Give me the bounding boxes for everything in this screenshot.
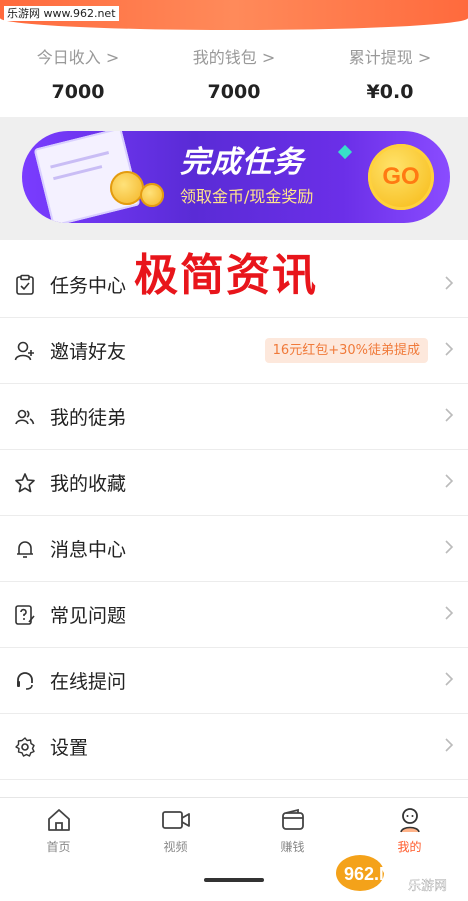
chevron-right-icon — [445, 474, 454, 488]
stats-row: 今日收入 > 7000 我的钱包 > 7000 累计提现 > ¥0.0 — [0, 36, 468, 116]
watermark-brand: 962.NET — [344, 864, 415, 884]
stat-value: 7000 — [51, 81, 105, 103]
gear-icon — [12, 734, 38, 760]
menu-item-label: 邀请好友 — [50, 341, 127, 363]
banner-area: 完成任务 领取金币/现金奖励 GO — [0, 117, 468, 240]
nav-video[interactable]: 视频 — [117, 806, 234, 855]
banner-subtitle: 领取金币/现金奖励 — [180, 187, 314, 206]
stat-my-wallet[interactable]: 我的钱包 > 7000 — [156, 36, 312, 116]
menu-item-label: 我的收藏 — [50, 473, 127, 495]
go-button[interactable]: GO — [368, 144, 434, 210]
nav-earn[interactable]: 赚钱 — [234, 806, 351, 855]
watermark-logo: 962.NET 乐游网 — [336, 855, 447, 894]
wallet-icon — [234, 806, 351, 834]
menu-item-label: 我的徒弟 — [50, 407, 127, 429]
chevron-right-icon — [445, 606, 454, 620]
menu-item-label: 消息中心 — [50, 539, 127, 561]
home-icon — [0, 806, 117, 834]
nav-label: 首页 — [46, 840, 71, 854]
stat-today-income[interactable]: 今日收入 > 7000 — [0, 36, 156, 116]
chevron-right-icon — [445, 276, 454, 290]
stat-total-withdrawal[interactable]: 累计提现 > ¥0.0 — [312, 36, 468, 116]
stat-label: 今日收入 > — [36, 48, 120, 67]
stat-label: 我的钱包 > — [192, 48, 276, 67]
stat-value: 7000 — [207, 81, 261, 103]
star-icon — [12, 470, 38, 496]
profile-icon — [351, 806, 468, 834]
chevron-right-icon — [445, 540, 454, 554]
menu-item-invite-friends[interactable]: 邀请好友 16元红包+30%徒弟提成 — [0, 318, 468, 384]
task-clipboard-icon — [12, 272, 38, 298]
coin-icon — [110, 171, 144, 205]
menu-item-faq[interactable]: 常见问题 — [0, 582, 468, 648]
chevron-right-icon — [445, 738, 454, 752]
video-icon — [117, 806, 234, 834]
menu-item-my-favorites[interactable]: 我的收藏 — [0, 450, 468, 516]
banner-title: 完成任务 — [180, 145, 304, 180]
watermark-top: 乐游网 www.962.net — [4, 6, 119, 21]
menu-item-label: 常见问题 — [50, 605, 127, 627]
sparkle-icon — [337, 144, 353, 160]
stat-value: ¥0.0 — [366, 81, 414, 103]
menu-item-label: 设置 — [50, 737, 89, 759]
chevron-right-icon — [445, 408, 454, 422]
users-icon — [12, 404, 38, 430]
chevron-right-icon — [445, 342, 454, 356]
menu-item-settings[interactable]: 设置 — [0, 714, 468, 780]
menu-item-label: 任务中心 — [50, 275, 127, 297]
stat-label: 累计提现 > — [348, 48, 432, 67]
headset-icon — [12, 668, 38, 694]
invite-reward-badge: 16元红包+30%徒弟提成 — [264, 338, 428, 363]
task-banner[interactable]: 完成任务 领取金币/现金奖励 GO — [22, 131, 450, 223]
nav-profile[interactable]: 我的 — [351, 806, 468, 855]
coin-icon — [140, 183, 164, 207]
watermark-bottom: 962.NET 乐游网 — [334, 850, 464, 896]
home-indicator — [204, 878, 264, 882]
menu-item-message-center[interactable]: 消息中心 — [0, 516, 468, 582]
menu-list: 任务中心 邀请好友 16元红包+30%徒弟提成 我的徒弟 我的收藏 消息中心 常… — [0, 252, 468, 780]
nav-label: 视频 — [163, 840, 188, 854]
add-user-icon — [12, 338, 38, 364]
menu-item-label: 在线提问 — [50, 671, 127, 693]
menu-item-my-apprentices[interactable]: 我的徒弟 — [0, 384, 468, 450]
chevron-right-icon — [445, 672, 454, 686]
nav-home[interactable]: 首页 — [0, 806, 117, 855]
question-edit-icon — [12, 602, 38, 628]
menu-item-online-question[interactable]: 在线提问 — [0, 648, 468, 714]
bell-icon — [12, 536, 38, 562]
overlay-app-title: 极简资讯 — [134, 250, 318, 301]
watermark-sub: 乐游网 — [408, 879, 447, 894]
